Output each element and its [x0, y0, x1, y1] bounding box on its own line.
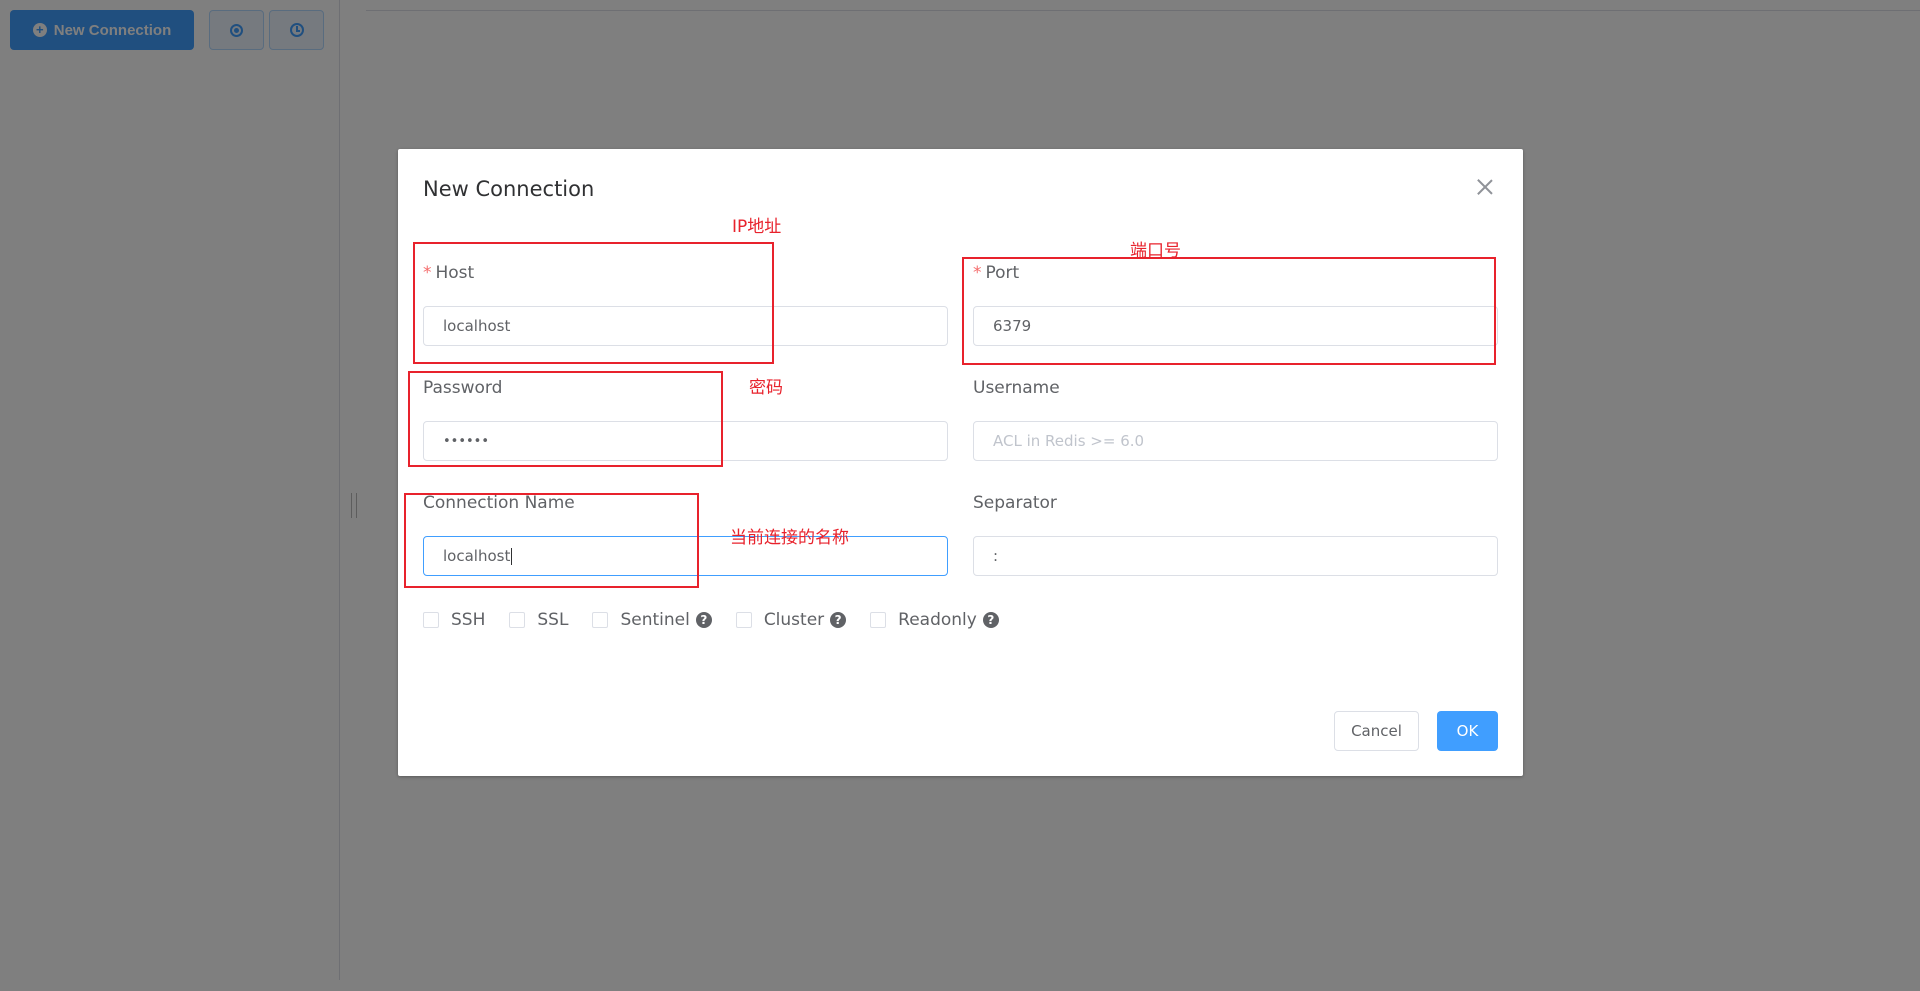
name-annotation-box — [404, 493, 699, 588]
checkbox-box[interactable] — [423, 612, 439, 628]
help-icon[interactable]: ? — [695, 612, 712, 628]
dialog-title: New Connection — [423, 177, 595, 201]
ssh-checkbox[interactable]: SSH — [423, 610, 485, 630]
port-annotation-text: 端口号 — [1130, 241, 1181, 261]
cancel-button[interactable]: Cancel — [1334, 711, 1419, 751]
close-icon[interactable] — [1477, 179, 1493, 195]
sentinel-checkbox[interactable]: Sentinel ? — [592, 610, 712, 630]
ok-button[interactable]: OK — [1437, 711, 1498, 751]
readonly-checkbox[interactable]: Readonly ? — [870, 610, 999, 630]
separator-input[interactable]: : — [973, 536, 1498, 576]
checkbox-box[interactable] — [509, 612, 526, 628]
checkbox-box[interactable] — [592, 612, 609, 628]
password-annotation-text: 密码 — [749, 378, 783, 398]
help-icon[interactable]: ? — [830, 612, 847, 628]
port-annotation-box — [962, 257, 1496, 365]
cluster-checkbox[interactable]: Cluster ? — [735, 610, 847, 630]
ssl-checkbox[interactable]: SSL — [509, 610, 568, 630]
checkbox-box[interactable] — [870, 612, 887, 628]
username-label: Username — [973, 378, 1060, 398]
username-input[interactable]: ACL in Redis >= 6.0 — [973, 421, 1498, 461]
help-icon[interactable]: ? — [982, 612, 999, 628]
host-annotation-text: IP地址 — [732, 217, 782, 237]
host-annotation-box — [413, 242, 774, 364]
password-annotation-box — [408, 371, 723, 467]
separator-label: Separator — [973, 493, 1057, 513]
connection-options: SSH SSL Sentinel ? Cluster ? Readonly ? — [423, 609, 1023, 631]
name-annotation-text: 当前连接的名称 — [730, 528, 849, 548]
checkbox-box[interactable] — [735, 612, 752, 628]
